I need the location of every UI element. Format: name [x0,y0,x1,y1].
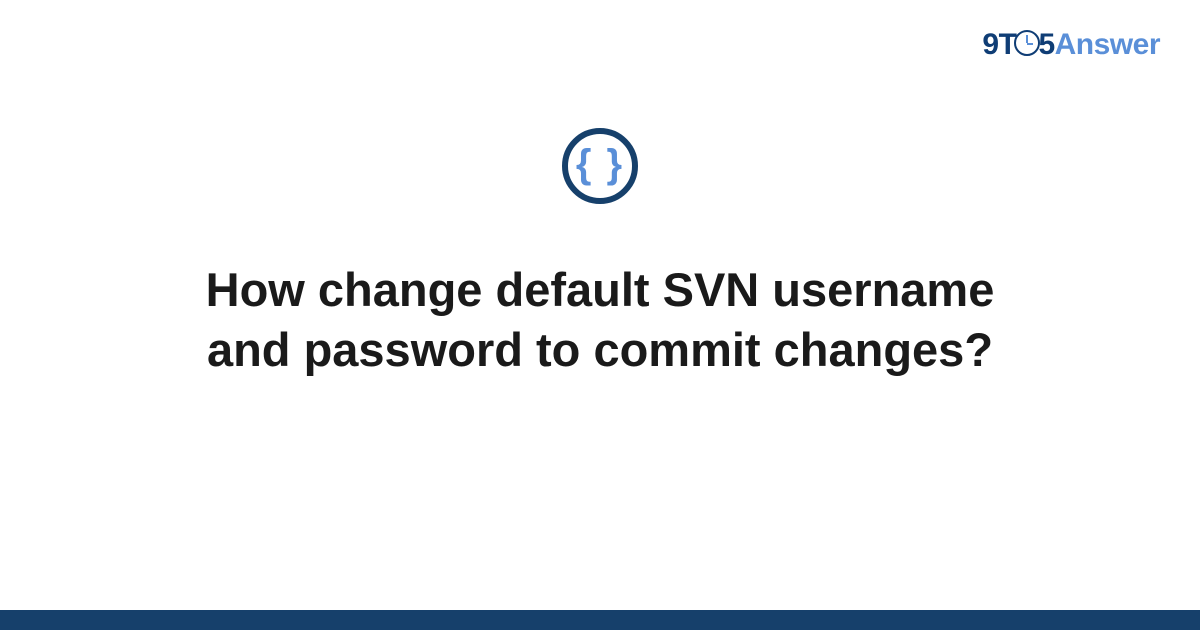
logo-text-5: 5 [1038,28,1054,61]
question-title: How change default SVN username and pass… [150,260,1050,380]
bottom-accent-bar [0,610,1200,630]
logo-text-answer: Answer [1055,28,1160,61]
code-braces-icon: { } [576,144,624,184]
main-content: { } How change default SVN username and … [0,128,1200,380]
clock-icon [1014,30,1040,56]
logo-text-9t: 9T [982,28,1016,61]
site-logo[interactable]: 9T 5Answer [982,28,1160,62]
code-icon-circle: { } [562,128,638,204]
